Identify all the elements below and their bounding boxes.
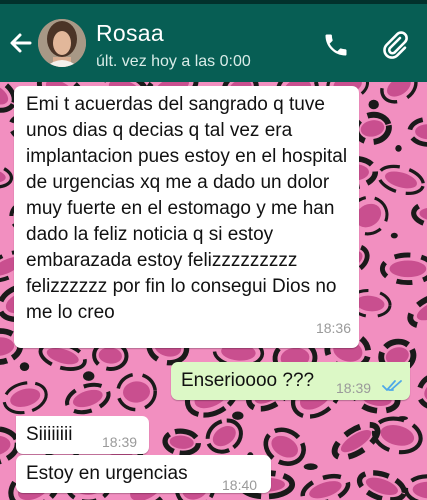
double-check-read-icon: [382, 375, 404, 391]
message-time: 18:39: [336, 380, 372, 396]
message-text: Siiiiiiii: [26, 424, 73, 445]
arrow-left-icon[interactable]: [8, 30, 34, 56]
phone-icon[interactable]: [322, 31, 350, 59]
paperclip-icon[interactable]: [380, 29, 412, 61]
message-text: Estoy en urgencias: [26, 463, 188, 484]
message-time: 18:36: [315, 320, 351, 336]
message-bubble-incoming[interactable]: Emi t acuerdas del sangrado q tuve unos …: [14, 86, 359, 348]
message-time: 18:40: [222, 477, 258, 493]
message-bubble-outgoing[interactable]: Enserioooo ??? 18:39: [171, 362, 410, 400]
chat-header: Rosaa últ. vez hoy a las 0:00: [0, 0, 427, 82]
message-time: 18:39: [102, 434, 138, 450]
contact-name[interactable]: Rosaa: [96, 20, 164, 47]
message-text: Enserioooo ???: [181, 370, 315, 391]
message-text: Emi t acuerdas del sangrado q tuve unos …: [26, 94, 348, 323]
avatar[interactable]: [38, 19, 86, 67]
message-bubble-incoming[interactable]: Siiiiiiii 18:39: [16, 416, 149, 454]
last-seen-status: últ. vez hoy a las 0:00: [96, 53, 251, 70]
message-bubble-incoming[interactable]: Estoy en urgencias 18:40: [16, 455, 271, 493]
